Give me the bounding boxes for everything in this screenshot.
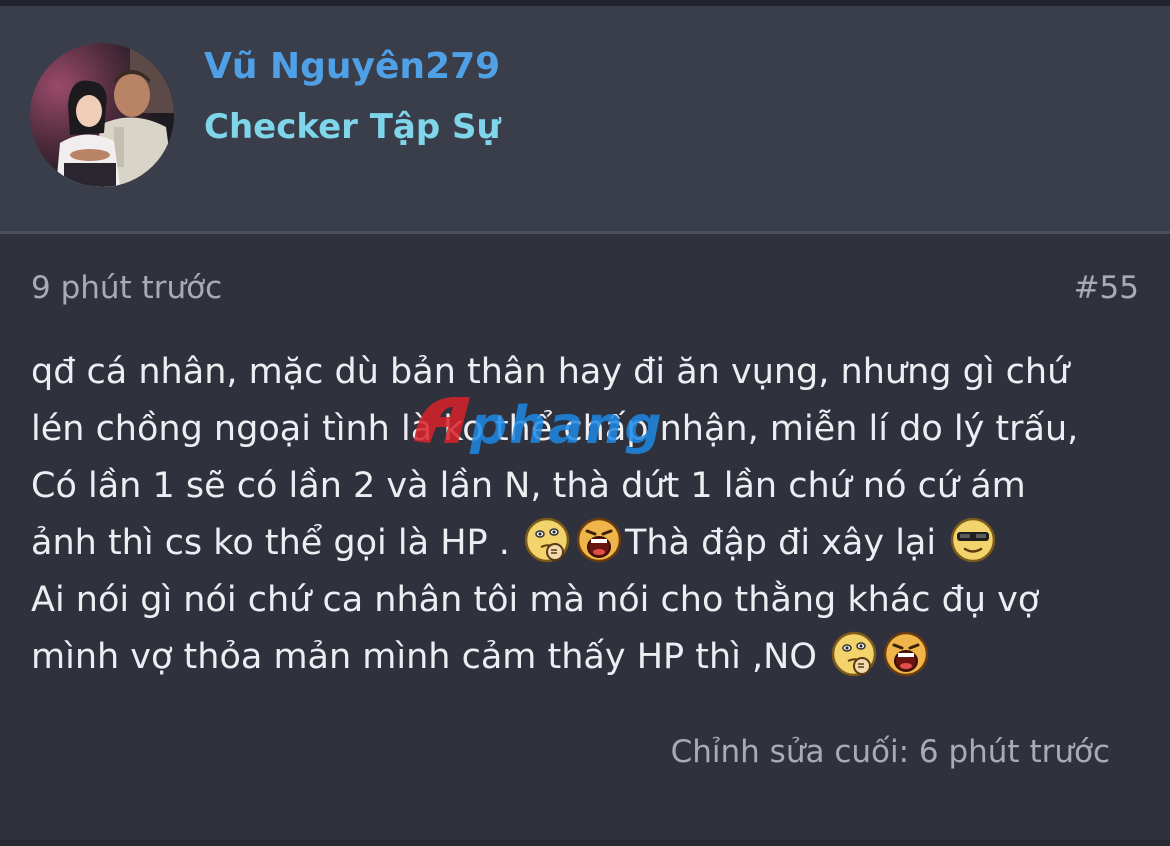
post-line: mình vợ thỏa mản mình cảm thấy HP thì ,N… bbox=[31, 629, 1141, 686]
post-text: Thà đập đi xây lại bbox=[625, 523, 948, 563]
avatar[interactable] bbox=[30, 43, 174, 187]
post-line: Có lần 1 sẽ có lần 2 và lần N, thà dứt 1… bbox=[31, 458, 1141, 515]
post-text: ảnh thì cs ko thể gọi là HP . bbox=[31, 523, 521, 563]
post-number-link[interactable]: #55 bbox=[1074, 270, 1139, 306]
post-body: qđ cá nhân, mặc dù bản thân hay đi ăn vụ… bbox=[31, 344, 1141, 686]
post-card: 9 phút trước #55 qđ cá nhân, mặc dù bản … bbox=[0, 234, 1170, 840]
post-line: Ai nói gì nói chứ ca nhân tôi mà nói cho… bbox=[31, 572, 1141, 629]
post-text: qđ cá nhân, mặc dù bản thân hay đi ăn vụ… bbox=[31, 352, 1070, 392]
post-line: lén chồng ngoại tình là ko thể chấp nhận… bbox=[31, 401, 1141, 458]
laughing-emoji-icon bbox=[882, 630, 930, 678]
post-text: lén chồng ngoại tình là ko thể chấp nhận… bbox=[31, 409, 1079, 449]
laughing-emoji-icon bbox=[575, 516, 623, 564]
thinking-emoji-icon bbox=[830, 630, 878, 678]
post-text: Có lần 1 sẽ có lần 2 và lần N, thà dứt 1… bbox=[31, 466, 1026, 506]
thinking-emoji-icon bbox=[523, 516, 571, 564]
cool-emoji-icon bbox=[949, 516, 997, 564]
post-line: ảnh thì cs ko thể gọi là HP . Thà đập đi… bbox=[31, 515, 1141, 572]
post-text: Ai nói gì nói chứ ca nhân tôi mà nói cho… bbox=[31, 580, 1040, 620]
post-line: qđ cá nhân, mặc dù bản thân hay đi ăn vụ… bbox=[31, 344, 1141, 401]
bottom-edge bbox=[0, 840, 1170, 846]
post-timestamp[interactable]: 9 phút trước bbox=[31, 270, 222, 306]
post-text: mình vợ thỏa mản mình cảm thấy HP thì ,N… bbox=[31, 637, 829, 677]
last-edited-note: Chỉnh sửa cuối: 6 phút trước bbox=[670, 734, 1110, 770]
username-link[interactable]: Vũ Nguyên279 bbox=[204, 46, 500, 87]
post-author-header: Vũ Nguyên279 Checker Tập Sự bbox=[0, 6, 1170, 231]
user-rank-title: Checker Tập Sự bbox=[204, 107, 501, 147]
avatar-photo bbox=[30, 43, 174, 187]
